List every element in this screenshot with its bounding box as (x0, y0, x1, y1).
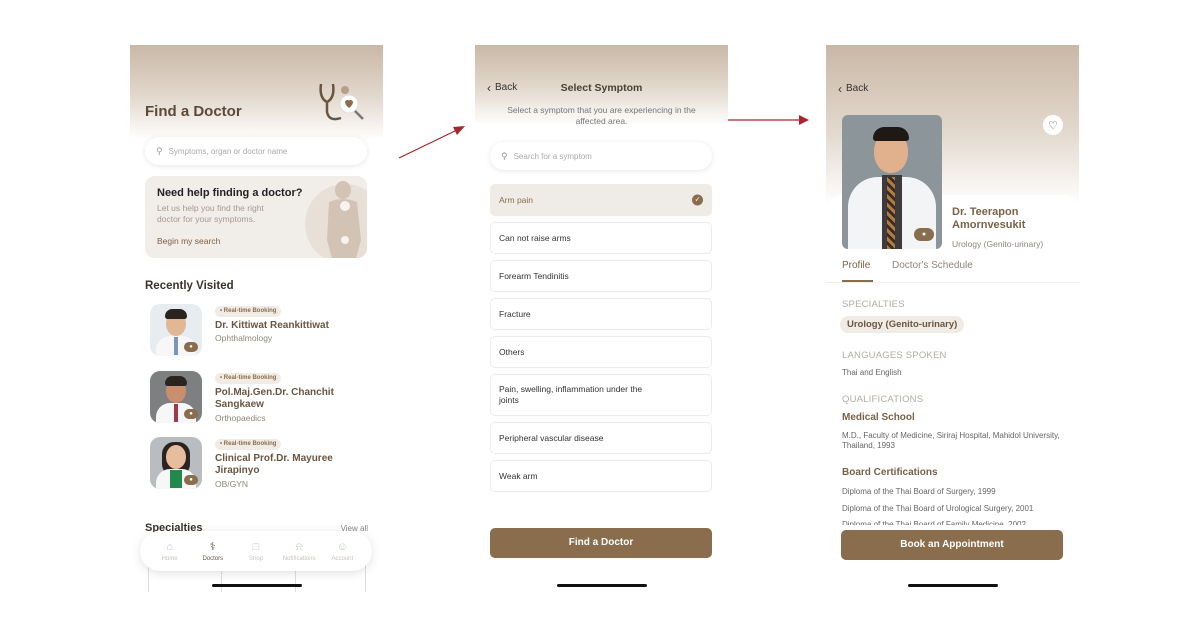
doctor-search-input[interactable]: ⚲ Symptoms, organ or doctor name (145, 137, 367, 165)
recent-doctor-item[interactable]: ● • Real-time Booking Clinical Prof.Dr. … (150, 437, 370, 493)
symptom-option-arm-pain[interactable]: Arm pain ✓ (490, 184, 712, 216)
languages-label: LANGUAGES SPOKEN (842, 350, 947, 361)
languages-value: Thai and English (842, 368, 902, 377)
symptom-option[interactable]: Fracture (490, 298, 712, 330)
symptom-search-input[interactable]: ⚲ Search for a symptom (490, 142, 712, 170)
symptom-list: Arm pain ✓ Can not raise arms Forearm Te… (490, 184, 712, 498)
search-icon: ⚲ (501, 150, 508, 161)
book-appointment-button[interactable]: Book an Appointment (841, 530, 1063, 560)
doctor-avatar: ● (150, 304, 202, 356)
search-placeholder: Symptoms, organ or doctor name (168, 146, 288, 156)
home-indicator (907, 584, 998, 587)
home-icon: ⌂ (166, 540, 173, 553)
tab-doctors[interactable]: ⚕ Doctors (192, 541, 234, 562)
begin-search-link[interactable]: Begin my search (157, 236, 220, 246)
shopping-bag-icon: □ (252, 540, 260, 553)
doctor-specialty: Urology (Genito-urinary) (952, 239, 1044, 249)
doctor-name: Dr. Kittiwat Reankittiwat (215, 320, 329, 331)
symptom-option[interactable]: Weak arm (490, 460, 712, 492)
body-figure-illustration (305, 181, 367, 258)
heart-icon: ♡ (1048, 119, 1058, 132)
doctor-name: Clinical Prof.Dr. Mayuree Jirapinyo (215, 453, 333, 476)
symptom-option[interactable]: Can not raise arms (490, 222, 712, 254)
doctor-profile-screen: ‹ Back ● ♡ Dr. Teerapon Amornvesukit Uro… (826, 45, 1079, 592)
symptom-option[interactable]: Others (490, 336, 712, 368)
active-tab-indicator (842, 280, 873, 282)
recent-doctor-item[interactable]: ● • Real-time Booking Dr. Kittiwat Reank… (150, 304, 370, 360)
profile-tabs: Profile Doctor's Schedule (826, 258, 1079, 283)
recently-visited-title: Recently Visited (145, 280, 234, 292)
medical-school-title: Medical School (842, 412, 915, 423)
flow-arrow-1 (398, 126, 465, 159)
search-icon: ⚲ (156, 145, 163, 156)
tab-notifications[interactable]: ⍾ Notifications (278, 541, 320, 562)
home-indicator (556, 584, 647, 587)
stethoscope-icon: ⚕ (209, 540, 216, 553)
doctor-name: Pol.Maj.Gen.Dr. Chanchit Sangkaew (215, 387, 334, 410)
home-indicator (211, 584, 302, 587)
tab-shop[interactable]: □ Shop (235, 541, 277, 562)
select-symptom-screen: ‹ Back Select Symptom Select a symptom t… (475, 45, 728, 592)
help-card-title: Need help finding a doctor? (157, 187, 303, 199)
symptom-option[interactable]: Pain, swelling, inflammation under the j… (490, 374, 712, 416)
symptom-option[interactable]: Peripheral vascular disease (490, 422, 712, 454)
bell-icon: ⍾ (295, 540, 303, 553)
realtime-booking-badge: • Real-time Booking (215, 373, 282, 384)
find-doctor-screen: Find a Doctor ⚲ Symptoms, organ or docto… (130, 45, 383, 592)
hospital-badge-icon: ● (184, 342, 198, 352)
tab-home[interactable]: ⌂ Home (149, 541, 191, 562)
find-doctor-button[interactable]: Find a Doctor (490, 528, 712, 558)
recent-doctor-item[interactable]: ● • Real-time Booking Pol.Maj.Gen.Dr. Ch… (150, 371, 370, 427)
realtime-booking-badge: • Real-time Booking (215, 306, 282, 317)
doctor-avatar: ● (150, 371, 202, 423)
specialties-label: SPECIALTIES (842, 299, 905, 310)
page-subtitle: Select a symptom that you are experienci… (507, 105, 696, 126)
symptom-option[interactable]: Forearm Tendinitis (490, 260, 712, 292)
board-certification-item: Diploma of the Thai Board of Family Medi… (842, 520, 1026, 525)
bottom-tab-bar: ⌂ Home ⚕ Doctors □ Shop ⍾ Notifications … (140, 531, 372, 571)
tab-profile[interactable]: Profile (842, 260, 870, 271)
page-title: Find a Doctor (145, 103, 242, 120)
specialty-chip: Urology (Genito-urinary) (840, 316, 965, 333)
doctor-specialty: OB/GYN (215, 479, 249, 489)
medical-school-value: M.D., Faculty of Medicine, Siriraj Hospi… (842, 431, 1060, 450)
tab-doctors-schedule[interactable]: Doctor's Schedule (892, 260, 973, 271)
realtime-booking-badge: • Real-time Booking (215, 439, 282, 450)
help-card-description: Let us help you find the right doctor fo… (157, 203, 264, 224)
hospital-badge-icon: ● (914, 228, 934, 241)
check-icon: ✓ (692, 194, 703, 206)
account-icon: ☺ (336, 540, 348, 553)
doctor-specialty: Orthopaedics (215, 413, 266, 423)
back-button[interactable]: ‹ Back (838, 81, 868, 96)
board-certification-item: Diploma of the Thai Board of Urological … (842, 504, 1034, 513)
page-title: Select Symptom (560, 82, 643, 94)
help-finding-doctor-card[interactable]: Need help finding a doctor? Let us help … (145, 176, 367, 258)
board-certification-item: Diploma of the Thai Board of Surgery, 19… (842, 487, 996, 496)
board-certifications-title: Board Certifications (842, 467, 938, 478)
doctor-name: Dr. Teerapon Amornvesukit (952, 206, 1026, 231)
stethoscope-icon (319, 83, 364, 121)
doctor-photo: ● (842, 115, 942, 249)
hospital-badge-icon: ● (184, 409, 198, 419)
hospital-badge-icon: ● (184, 475, 198, 485)
search-placeholder: Search for a symptom (513, 151, 592, 161)
doctor-avatar: ● (150, 437, 202, 489)
chevron-left-icon: ‹ (838, 81, 842, 96)
flow-arrow-2 (727, 115, 809, 125)
doctor-specialty: Ophthalmology (215, 333, 273, 343)
tab-account[interactable]: ☺ Account (321, 541, 363, 562)
qualifications-label: QUALIFICATIONS (842, 394, 924, 405)
favorite-button[interactable]: ♡ (1043, 115, 1063, 135)
